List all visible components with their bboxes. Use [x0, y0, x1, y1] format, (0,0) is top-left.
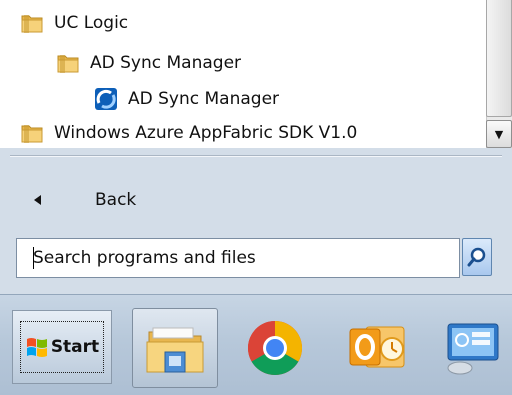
- taskbar-explorer-button[interactable]: [132, 308, 218, 388]
- search-icon: [467, 247, 486, 267]
- ad-sync-app-icon: [95, 88, 117, 110]
- chrome-icon: [247, 321, 303, 376]
- start-label: Start: [50, 337, 100, 357]
- chevron-down-icon: ▼: [494, 127, 504, 141]
- outlook-icon: [349, 326, 405, 368]
- taskbar-chrome-button[interactable]: [232, 308, 318, 388]
- back-button[interactable]: Back: [30, 182, 136, 218]
- programs-list: UC Logic AD Sync Manager AD Sync Manager…: [0, 0, 486, 148]
- file-explorer-icon: [146, 327, 204, 373]
- program-label: UC Logic: [54, 13, 129, 33]
- folder-icon: [21, 15, 43, 33]
- start-focus-outline: Start: [19, 321, 105, 373]
- back-label: Back: [95, 190, 137, 210]
- program-label: Windows Azure AppFabric SDK V1.0: [54, 123, 358, 143]
- folder-icon: [21, 125, 43, 143]
- search-placeholder: Search programs and files: [33, 248, 256, 268]
- program-folder-ad-sync-manager[interactable]: AD Sync Manager: [56, 48, 241, 78]
- windows-logo-icon: [26, 338, 47, 357]
- menu-divider: [10, 155, 502, 156]
- server-manager-icon: [447, 323, 499, 375]
- program-folder-uc-logic[interactable]: UC Logic: [20, 8, 128, 38]
- search-button[interactable]: [462, 238, 492, 276]
- taskbar-outlook-button[interactable]: [334, 308, 420, 388]
- program-folder-azure-appfabric-sdk[interactable]: Windows Azure AppFabric SDK V1.0: [20, 118, 357, 148]
- program-ad-sync-manager-app[interactable]: AD Sync Manager: [94, 84, 279, 114]
- scrollbar-thumb[interactable]: [486, 0, 512, 117]
- start-button[interactable]: Start: [12, 310, 112, 384]
- back-arrow-icon: [34, 195, 41, 205]
- folder-icon: [57, 55, 79, 73]
- scroll-down-button[interactable]: ▼: [486, 120, 512, 148]
- search-input[interactable]: Search programs and files: [16, 238, 460, 278]
- program-label: AD Sync Manager: [128, 89, 280, 109]
- text-caret: [33, 247, 34, 269]
- program-label: AD Sync Manager: [90, 53, 242, 73]
- taskbar-server-manager-button[interactable]: [430, 308, 512, 388]
